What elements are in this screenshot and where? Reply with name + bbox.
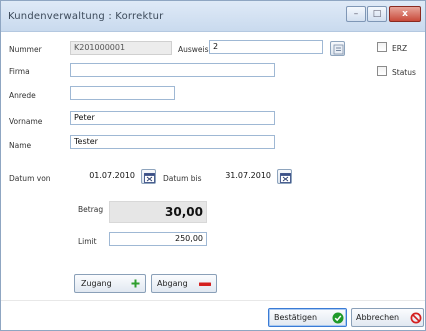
minus-icon — [199, 282, 211, 286]
datum-bis-picker-button[interactable] — [277, 169, 292, 184]
datum-von-picker-button[interactable] — [141, 169, 156, 184]
erz-checkbox[interactable] — [377, 42, 387, 52]
datum-von-input[interactable]: 01.07.2010 — [73, 169, 139, 183]
ausweis-input[interactable]: 2 — [209, 40, 323, 54]
bestatigen-label: Bestätigen — [274, 313, 318, 322]
status-label: Status — [392, 68, 416, 77]
ausweis-label: Ausweis — [178, 45, 209, 54]
datum-von-label: Datum von — [9, 174, 51, 183]
erz-label: ERZ — [392, 44, 408, 53]
betrag-value: 30,00 — [109, 201, 207, 223]
ausweis-lookup-button[interactable] — [330, 41, 345, 56]
nummer-label: Nummer — [9, 45, 42, 54]
check-icon — [332, 312, 344, 324]
zugang-button[interactable]: Zugang — [74, 274, 146, 293]
abbrechen-button[interactable]: Abbrechen — [351, 308, 424, 327]
close-button[interactable]: x — [389, 6, 421, 22]
abgang-button[interactable]: Abgang — [151, 274, 217, 293]
name-label: Name — [9, 141, 32, 150]
title-bar[interactable]: Kundenverwaltung : Korrektur – □ x — [1, 1, 425, 32]
calendar-icon — [280, 173, 291, 183]
magnifier-icon — [333, 44, 344, 55]
anrede-input[interactable] — [70, 86, 175, 100]
no-entry-icon — [410, 312, 422, 324]
footer-separator — [1, 300, 425, 301]
datum-bis-label: Datum bis — [163, 174, 202, 183]
betrag-label: Betrag — [78, 205, 104, 214]
window-title: Kundenverwaltung : Korrektur — [8, 11, 164, 22]
vorname-input[interactable]: Peter — [70, 111, 275, 125]
minimize-button[interactable]: – — [346, 6, 366, 22]
calendar-icon — [144, 173, 155, 183]
nummer-field: K201000001 — [70, 41, 172, 55]
bestatigen-button[interactable]: Bestätigen — [268, 308, 347, 327]
dialog-window: Kundenverwaltung : Korrektur – □ x Numme… — [0, 0, 426, 331]
datum-bis-input[interactable]: 31.07.2010 — [208, 169, 275, 183]
status-checkbox[interactable] — [377, 66, 387, 76]
vorname-label: Vorname — [9, 117, 43, 126]
maximize-button[interactable]: □ — [367, 6, 387, 22]
abgang-label: Abgang — [157, 279, 188, 288]
limit-label: Limit — [78, 237, 97, 246]
abbrechen-label: Abbrechen — [356, 313, 400, 322]
firma-label: Firma — [9, 67, 30, 76]
name-input[interactable]: Tester — [70, 135, 275, 149]
anrede-label: Anrede — [9, 91, 36, 100]
firma-input[interactable] — [70, 63, 275, 77]
plus-icon — [131, 279, 140, 288]
limit-input[interactable]: 250,00 — [109, 232, 207, 246]
zugang-label: Zugang — [81, 279, 112, 288]
